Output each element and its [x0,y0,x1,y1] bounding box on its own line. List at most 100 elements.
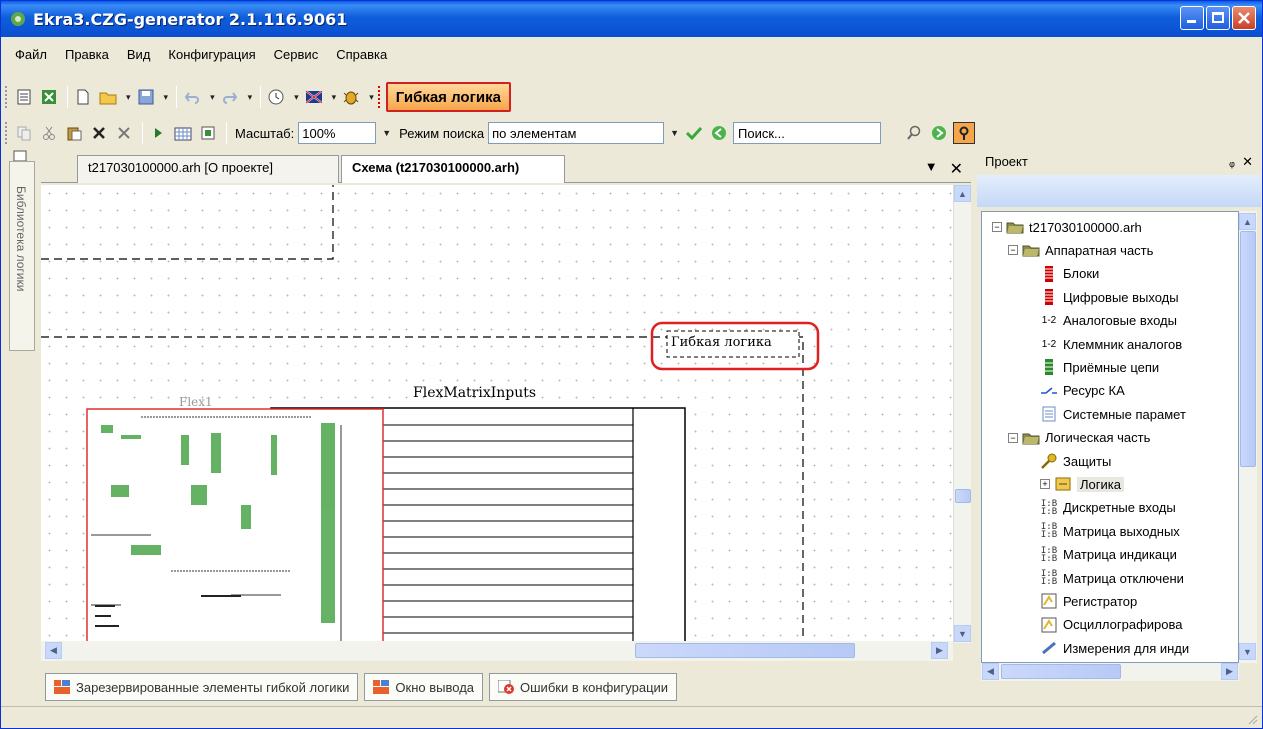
schema-canvas[interactable]: Гибкая логика FlexMatrixInputs Flex1 [41,185,953,641]
tab-output-window[interactable]: Окно вывода [364,673,484,701]
cut-icon[interactable] [38,122,60,144]
menu-file[interactable]: Файл [15,47,47,62]
menu-edit[interactable]: Правка [65,47,109,62]
tree-item[interactable]: I:B I:B Матрица индикаци [1040,544,1177,566]
pin-panel-icon[interactable]: ᵩ [1229,154,1235,169]
canvas-hscroll-thumb[interactable] [635,643,855,658]
tree-item[interactable]: Цифровые выходы [1040,286,1179,308]
canvas-vertical-scrollbar[interactable]: ▲ ▼ [953,185,971,643]
tree-item[interactable]: Защиты [1040,450,1111,472]
close-button[interactable] [1232,6,1256,30]
run-icon[interactable] [147,122,169,144]
resize-grip-icon[interactable] [1246,713,1258,725]
undo-icon[interactable] [181,86,203,108]
menu-help[interactable]: Справка [336,47,387,62]
list-icon[interactable] [13,86,35,108]
tab-about-project[interactable]: t217030100000.arh [О проекте] [77,155,339,183]
save-icon[interactable] [135,86,157,108]
flag-icon[interactable] [303,86,325,108]
search-input[interactable]: Поиск... [733,122,882,144]
scroll-left-icon[interactable]: ◀ [45,642,62,659]
tab-reserved-elements[interactable]: Зарезервированные элементы гибкой логики [45,673,359,701]
tree-item[interactable]: − Аппаратная часть [1008,239,1153,261]
toolbar-grip-2[interactable] [5,122,8,144]
collapse-icon[interactable]: − [1008,245,1018,256]
tree-item[interactable]: I:B I:B Матрица отключени [1040,567,1184,589]
toolbar-grip[interactable] [5,86,8,108]
delete-icon[interactable] [88,122,110,144]
tree-item[interactable]: Регистратор [1040,590,1137,612]
tree-item-label: Аналоговые входы [1063,313,1177,329]
flex1-label[interactable]: Flex1 [179,395,213,409]
paste-icon[interactable] [63,122,85,144]
tree-item[interactable]: + Логика [1040,473,1124,495]
search-mode-dropdown-icon[interactable]: ▼ [670,128,679,138]
flex-logic-button[interactable]: Гибкая логика [385,82,511,112]
tree-item[interactable]: Измерения для инди [1040,637,1189,659]
tree-item[interactable]: − Логическая часть [1008,427,1150,449]
open-folder-icon[interactable] [97,86,119,108]
copy-icon[interactable] [13,122,35,144]
canvas-horizontal-scrollbar[interactable]: ◀ ▶ [41,641,953,661]
expand-icon[interactable]: + [1040,479,1050,490]
forward-icon[interactable] [928,122,950,144]
flex-logic-canvas-label[interactable]: Гибкая логика [671,335,772,350]
minimize-button[interactable] [1180,6,1204,30]
tree-vertical-scrollbar[interactable]: ▲ ▼ [1239,211,1257,663]
tab-close-icon[interactable]: ✕ [950,159,963,179]
tree-scroll-down-icon[interactable]: ▼ [1239,643,1256,660]
canvas-vscroll-thumb[interactable] [955,489,971,503]
tree-item[interactable]: I:B I:B Матрица выходных [1040,520,1180,542]
search-mode-combo[interactable]: по элементам [488,122,665,144]
tab-config-errors[interactable]: Ошибки в конфигурации [489,673,678,701]
check-icon[interactable] [683,122,705,144]
tree-item[interactable]: Приёмные цепи [1040,356,1159,378]
tree-item[interactable]: 1-2 Клеммник аналогов [1040,333,1182,355]
close-panel-icon[interactable]: ✕ [1242,154,1253,169]
tree-hscroll-thumb[interactable] [1001,664,1121,679]
project-tree: − t217030100000.arh − Аппаратная часть Блоки… [981,211,1239,663]
menu-configuration[interactable]: Конфигурация [168,47,255,62]
scale-combo[interactable]: 100% [298,122,377,144]
receive-icon [1040,359,1058,376]
tree-item[interactable]: I:B I:B Дискретные входы [1040,497,1176,519]
tree-scroll-left-icon[interactable]: ◀ [982,663,999,680]
library-logic-tab[interactable]: Библиотека логики [9,161,35,351]
scroll-up-icon[interactable]: ▲ [954,185,971,202]
tab-reserved-label: Зарезервированные элементы гибкой логики [76,679,350,695]
scale-dropdown-icon[interactable]: ▼ [382,128,391,138]
tree-item[interactable]: Системные парамет [1040,403,1186,425]
maximize-button[interactable] [1206,6,1230,30]
collapse-icon[interactable]: − [1008,432,1018,443]
tree-item[interactable]: Ресурс КА [1040,380,1125,402]
excel-icon[interactable] [38,86,60,108]
new-document-icon[interactable] [72,86,94,108]
bug-icon[interactable] [340,86,362,108]
clock-icon[interactable] [265,86,287,108]
properties-icon[interactable] [197,122,219,144]
tab-list-dropdown-icon[interactable]: ▼ [925,159,938,179]
grid-icon[interactable] [172,122,194,144]
left-dock-strip: Библиотека логики [7,150,37,691]
scroll-down-icon[interactable]: ▼ [954,625,971,642]
search-icon[interactable] [903,122,925,144]
tree-item[interactable]: 1-2 Аналоговые входы [1040,310,1177,332]
delete-all-icon[interactable] [113,122,135,144]
tree-scroll-up-icon[interactable]: ▲ [1239,213,1256,230]
scroll-right-icon[interactable]: ▶ [931,642,948,659]
matrix-title[interactable]: FlexMatrixInputs [413,385,536,401]
collapse-icon[interactable]: − [992,222,1002,232]
title-bar[interactable]: Ekra3.CZG-generator 2.1.116.9061 [1,1,1262,37]
redo-icon[interactable] [219,86,241,108]
tree-item[interactable]: − t217030100000.arh [992,216,1142,238]
tree-item[interactable]: Осциллографирова [1040,614,1182,636]
menu-service[interactable]: Сервис [274,47,319,62]
tab-schema[interactable]: Схема (t217030100000.arh) [341,155,565,183]
tree-vscroll-thumb[interactable] [1240,231,1256,467]
tree-horizontal-scrollbar[interactable]: ◀ ▶ [981,663,1239,681]
tree-scroll-right-icon[interactable]: ▶ [1221,663,1238,680]
back-icon[interactable] [708,122,730,144]
menu-view[interactable]: Вид [127,47,151,62]
tree-item[interactable]: Блоки [1040,263,1099,285]
location-pin-icon[interactable] [953,122,976,144]
